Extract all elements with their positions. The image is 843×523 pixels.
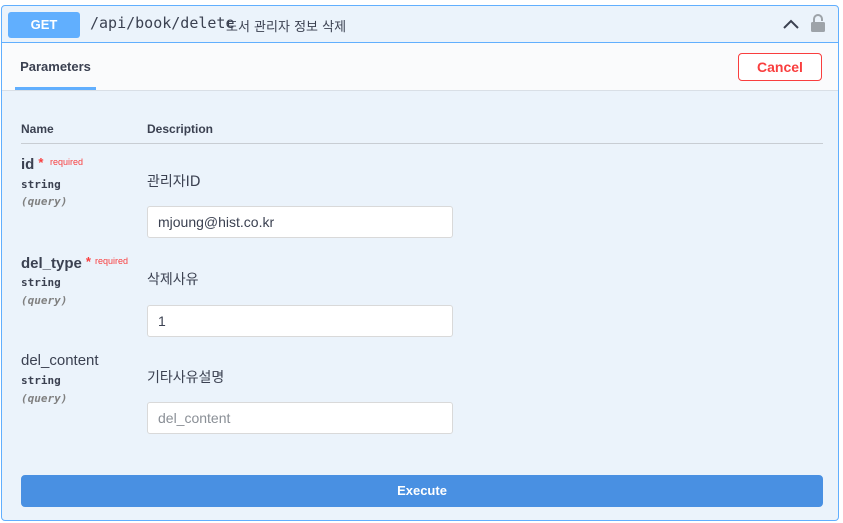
cancel-button[interactable]: Cancel (738, 53, 822, 81)
param-name-del-content: del_content (21, 352, 99, 369)
param-type: string (21, 276, 61, 289)
column-header-description: Description (147, 122, 214, 136)
http-method-badge: GET (8, 12, 80, 38)
param-input-del-type[interactable] (147, 305, 453, 337)
chevron-up-icon[interactable] (782, 17, 800, 31)
param-name-del-type: del_type * (21, 254, 91, 272)
required-label: required (95, 256, 129, 266)
table-header-divider (21, 143, 823, 144)
param-type: string (21, 374, 61, 387)
execute-button[interactable]: Execute (21, 475, 823, 507)
column-header-name: Name (21, 122, 54, 136)
param-description: 삭제사유 (147, 272, 199, 288)
param-location: (query) (21, 392, 68, 405)
lock-icon[interactable] (810, 13, 826, 33)
param-description: 기타사유설명 (147, 370, 225, 386)
required-star: * (85, 254, 91, 269)
param-input-del-content[interactable] (147, 402, 453, 434)
parameters-section-header: Parameters Cancel (2, 43, 838, 91)
required-star: * (38, 155, 44, 170)
param-location: (query) (21, 294, 68, 307)
required-label: required (50, 157, 84, 167)
param-type: string (21, 178, 61, 191)
param-location: (query) (21, 195, 68, 208)
operation-summary[interactable]: GET /api/book/delete 도서 관리자 정보 삭제 (2, 6, 838, 43)
param-description: 관리자ID (147, 174, 201, 190)
endpoint-path: /api/book/delete (90, 14, 235, 32)
param-input-id[interactable] (147, 206, 453, 238)
operation-block: GET /api/book/delete 도서 관리자 정보 삭제 Parame… (1, 5, 839, 521)
param-name-id: id * (21, 155, 44, 173)
tab-parameters[interactable]: Parameters (15, 43, 96, 90)
endpoint-description: 도서 관리자 정보 삭제 (226, 20, 347, 35)
